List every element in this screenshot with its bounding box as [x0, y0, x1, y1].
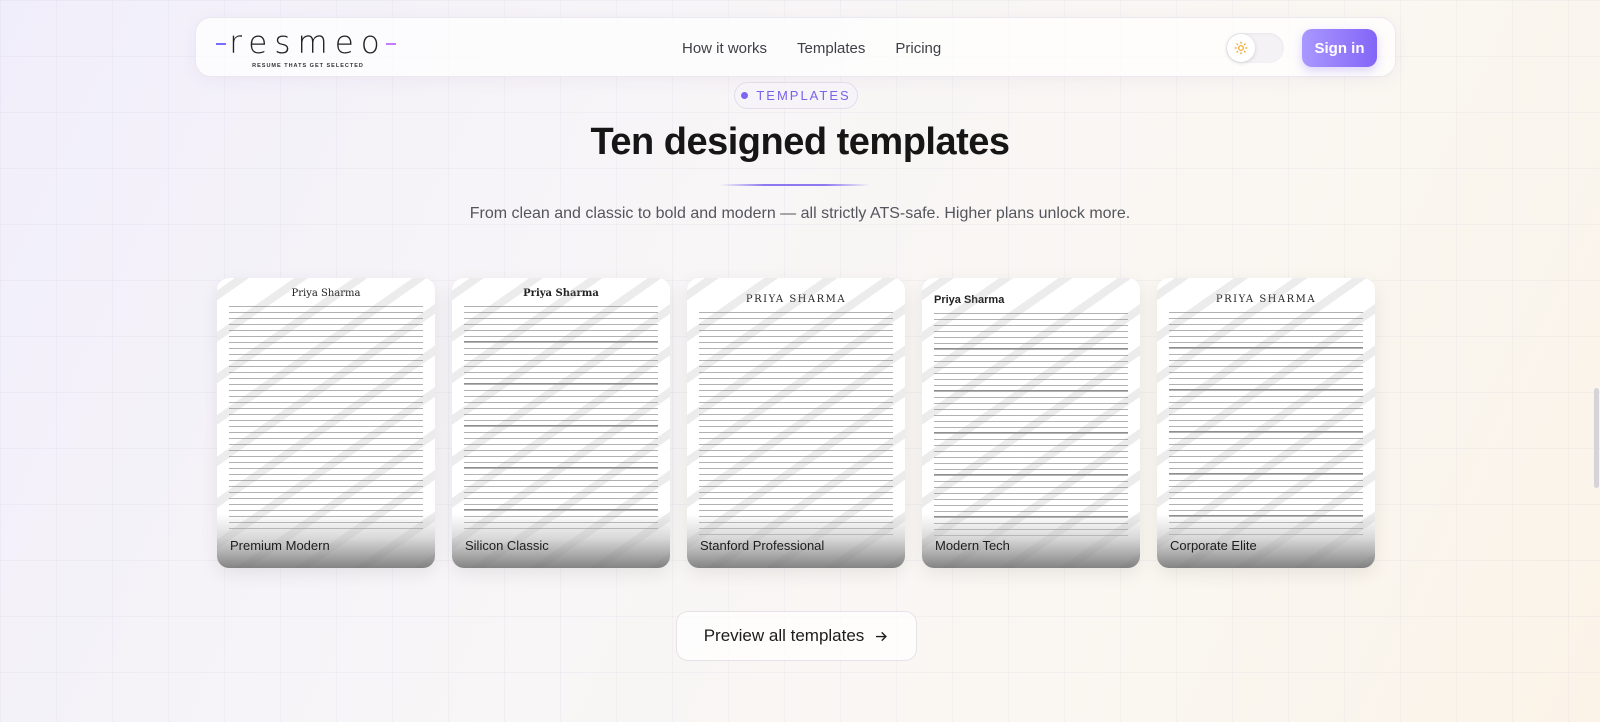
theme-toggle[interactable]	[1226, 33, 1284, 63]
nav-link-templates[interactable]: Templates	[797, 40, 865, 57]
preview-body	[229, 303, 423, 533]
scrollbar[interactable]	[1592, 0, 1600, 722]
template-card-silicon-classic[interactable]: Priya Sharma Silicon Classic	[452, 278, 670, 568]
preview-body	[1169, 309, 1363, 539]
template-name: Premium Modern	[230, 538, 330, 553]
badge-dot-icon	[741, 92, 749, 99]
template-cards: Priya Sharma Premium Modern Priya Sharma…	[217, 278, 1377, 568]
preview-body	[464, 303, 658, 533]
preview-name: Priya Sharma	[523, 288, 599, 299]
logo-tagline: RESUME THATS GET SELECTED	[252, 63, 364, 69]
nav-link-how-it-works[interactable]: How it works	[682, 40, 767, 57]
arrow-right-icon	[876, 631, 887, 641]
sun-icon	[1234, 41, 1248, 55]
template-card-corporate-elite[interactable]: PRIYA SHARMA Corporate Elite	[1157, 278, 1375, 568]
navbar: resmeo RESUME THATS GET SELECTED How it …	[195, 17, 1396, 77]
logo[interactable]: resmeo RESUME THATS GET SELECTED	[216, 25, 398, 72]
badge-label: TEMPLATES	[756, 88, 851, 103]
logo-accent-right	[386, 43, 396, 45]
section-badge: TEMPLATES	[734, 82, 858, 109]
scrollbar-thumb[interactable]	[1594, 388, 1599, 488]
preview-name: PRIYA SHARMA	[1215, 294, 1317, 305]
cta-label: Preview all templates	[703, 626, 865, 645]
template-name: Stanford Professional	[700, 538, 825, 553]
section-title: Ten designed templates	[590, 121, 1010, 163]
preview-body	[699, 309, 893, 539]
template-name: Silicon Classic	[465, 538, 549, 553]
title-underline	[720, 184, 870, 186]
template-card-premium-modern[interactable]: Priya Sharma Premium Modern	[217, 278, 435, 568]
template-card-modern-tech[interactable]: Priya Sharma Modern Tech	[922, 278, 1140, 568]
preview-all-templates-button[interactable]: Preview all templates	[676, 611, 917, 661]
template-name: Modern Tech	[935, 538, 1010, 553]
nav-link-pricing[interactable]: Pricing	[895, 40, 941, 57]
template-name: Corporate Elite	[1170, 538, 1257, 553]
section-subtitle: From clean and classic to bold and moder…	[469, 205, 1131, 222]
preview-body	[934, 310, 1128, 540]
sign-in-button[interactable]: Sign in	[1302, 29, 1377, 67]
preview-name: Priya Sharma	[934, 294, 1005, 306]
toggle-knob	[1227, 34, 1255, 62]
preview-name: PRIYA SHARMA	[745, 294, 847, 305]
nav-links: How it works Templates Pricing	[682, 18, 941, 78]
preview-name: Priya Sharma	[291, 288, 361, 299]
template-card-stanford-professional[interactable]: PRIYA SHARMA Stanford Professional	[687, 278, 905, 568]
logo-wordmark: resmeo	[229, 25, 387, 61]
